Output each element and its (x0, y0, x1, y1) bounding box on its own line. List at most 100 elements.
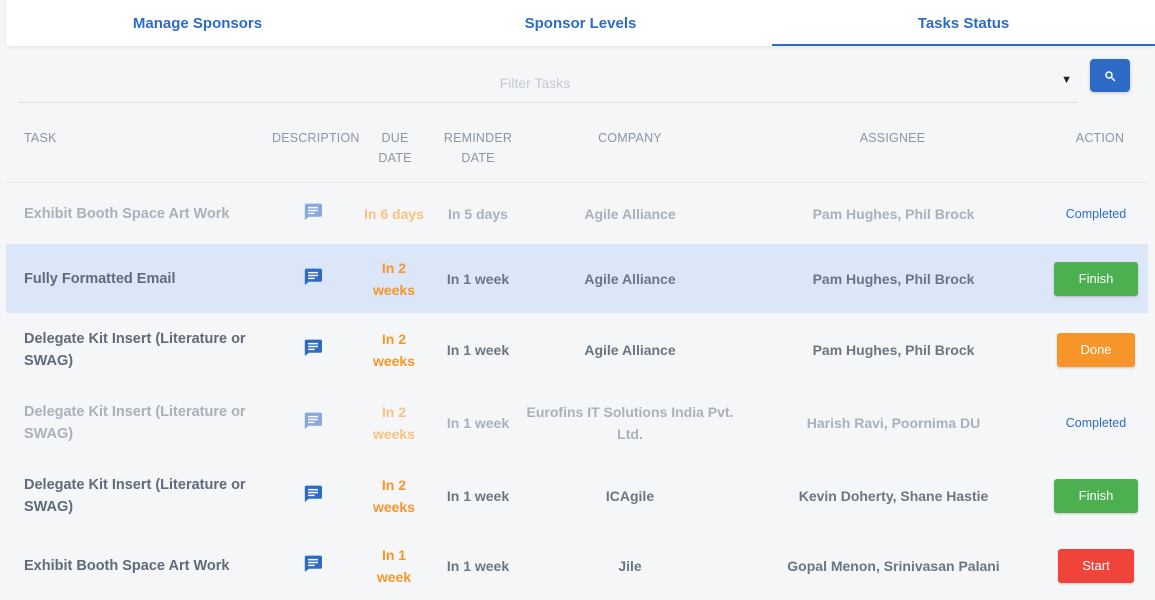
text-line: SWAG) (24, 352, 74, 369)
table-row: Delegate Kit Insert (Literature or SWAG) … (6, 459, 1148, 532)
task-name: Delegate Kit Insert (Literature or SWAG) (24, 313, 269, 386)
header-reminder-date: REMINDER DATE (440, 128, 516, 168)
text-line: weeks (372, 425, 416, 442)
text-line: Jile (618, 558, 642, 574)
text-line: In 1 (381, 547, 407, 563)
assignee: Pam Hughes, Phil Brock (812, 341, 975, 358)
company: ICAgile (524, 459, 736, 532)
text-line: SWAG) (24, 425, 74, 442)
table-row: Exhibit Booth Space Art Work In 1 week In… (6, 532, 1148, 600)
task-name: Exhibit Booth Space Art Work (24, 183, 269, 244)
text-line: Ltd. (617, 425, 643, 442)
header-due-date-line1: DUE (381, 131, 409, 145)
assignee: Pam Hughes, Phil Brock (812, 270, 975, 287)
task-name: Delegate Kit Insert (Literature or SWAG) (24, 386, 269, 459)
due-date: In 2 weeks (361, 459, 427, 532)
text-line: In 2 (381, 476, 407, 493)
tab-sponsor-levels[interactable]: Sponsor Levels (389, 0, 772, 46)
header-reminder-date-line2: DATE (461, 151, 495, 165)
table-row: Exhibit Booth Space Art Work In 6 days I… (6, 183, 1148, 244)
assignee: Pam Hughes, Phil Brock (812, 205, 975, 222)
header-assignee: ASSIGNEE (859, 131, 926, 145)
header-company: COMPANY (598, 131, 662, 145)
header-description: DESCRIPTION (272, 131, 360, 145)
comment-icon (303, 554, 323, 578)
text-line: weeks (372, 352, 416, 369)
completed-status: Completed (1065, 206, 1127, 221)
text-line: In 6 days (364, 205, 424, 222)
company: Eurofins IT Solutions India Pvt. Ltd. (524, 386, 736, 459)
text-line: SWAG) (24, 498, 74, 515)
description-button[interactable] (296, 244, 330, 313)
action-cell: Start (1046, 532, 1146, 600)
description-button[interactable] (296, 386, 330, 459)
comment-icon (303, 338, 323, 362)
due-date: In 6 days (361, 183, 427, 244)
text-line: Delegate Kit Insert (Literature or (24, 403, 246, 420)
company: Agile Alliance (524, 183, 736, 244)
text-line: In 2 (381, 259, 407, 276)
action-cell: Completed (1046, 386, 1146, 459)
header-action: ACTION (1075, 131, 1125, 145)
search-button[interactable] (1090, 59, 1130, 92)
table-row: Fully Formatted Email In 2 weeks In 1 wee… (6, 244, 1148, 313)
text-line: Delegate Kit Insert (Literature or (24, 330, 246, 347)
action-cell: Completed (1046, 183, 1146, 244)
comment-icon (303, 202, 323, 226)
tab-manage-sponsors[interactable]: Manage Sponsors (6, 0, 389, 46)
task-name: Exhibit Booth Space Art Work (24, 532, 269, 600)
tab-bar: Manage Sponsors Sponsor Levels Tasks Sta… (6, 0, 1155, 46)
task-name: Delegate Kit Insert (Literature or SWAG) (24, 459, 269, 532)
reminder-date: In 5 days (448, 205, 508, 222)
header-due-date: DUE DATE (366, 128, 424, 168)
tab-tasks-status[interactable]: Tasks Status (772, 0, 1155, 46)
reminder-date: In 1 week (446, 487, 510, 504)
assignee: Gopal Menon, Srinivasan Palani (787, 558, 1000, 574)
description-button[interactable] (296, 183, 330, 244)
text-line: ICAgile (605, 487, 655, 504)
text-line: Eurofins IT Solutions India Pvt. (526, 403, 734, 420)
text-line: Agile Alliance (584, 341, 676, 358)
text-line: Exhibit Booth Space Art Work (24, 205, 230, 222)
reminder-date: In 1 week (446, 341, 510, 358)
company: Agile Alliance (524, 313, 736, 386)
done-button[interactable]: Done (1057, 332, 1135, 367)
completed-status: Completed (1065, 415, 1127, 430)
header-reminder-date-line1: REMINDER (443, 131, 513, 145)
text-line: Agile Alliance (584, 270, 676, 287)
reminder-date: In 1 week (446, 414, 510, 431)
text-line: Agile Alliance (584, 205, 676, 222)
finish-button[interactable]: Finish (1054, 261, 1138, 296)
reminder-date: In 1 week (446, 270, 510, 287)
action-cell: Done (1046, 313, 1146, 386)
search-icon (1105, 70, 1116, 81)
table-row: Delegate Kit Insert (Literature or SWAG) … (6, 313, 1148, 386)
due-date: In 2 weeks (361, 313, 427, 386)
caret-down-icon[interactable]: ▼ (1061, 74, 1072, 86)
text-line: Exhibit Booth Space Art Work (24, 558, 230, 574)
company: Jile (524, 532, 736, 600)
finish-button[interactable]: Finish (1054, 478, 1138, 513)
assignee: Kevin Doherty, Shane Hastie (798, 487, 989, 504)
text-line: weeks (372, 498, 416, 515)
text-line: weeks (372, 281, 416, 298)
text-line: week (376, 569, 412, 585)
filter-tasks-input[interactable] (18, 62, 1052, 104)
company: Agile Alliance (524, 244, 736, 313)
description-button[interactable] (296, 532, 330, 600)
action-cell: Finish (1046, 459, 1146, 532)
header-task: TASK (24, 131, 57, 145)
header-due-date-line2: DATE (378, 151, 412, 165)
action-cell: Finish (1046, 244, 1146, 313)
text-line: Delegate Kit Insert (Literature or (24, 476, 246, 493)
description-button[interactable] (296, 313, 330, 386)
text-line: Fully Formatted Email (24, 270, 176, 287)
due-date: In 2 weeks (361, 244, 427, 313)
filter-tasks: ▼ (18, 62, 1078, 104)
description-button[interactable] (296, 459, 330, 532)
comment-icon (303, 484, 323, 508)
start-button[interactable]: Start (1058, 549, 1134, 583)
due-date: In 1 week (361, 532, 427, 600)
comment-icon (303, 267, 323, 291)
comment-icon (303, 411, 323, 435)
